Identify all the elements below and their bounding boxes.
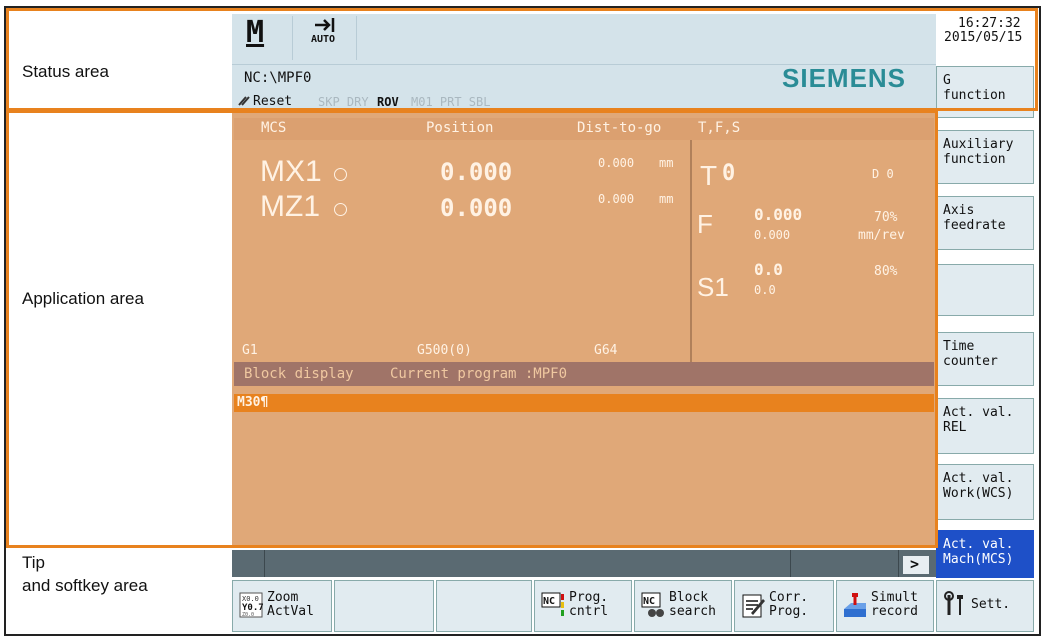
softkey-act-val-wcs[interactable]: Act. val. Work(WCS)	[936, 464, 1034, 520]
block-search-icon: NC	[641, 592, 664, 617]
softkey-auxiliary-function[interactable]: Auxiliary function	[936, 130, 1034, 184]
softkey-line2: counter	[943, 354, 998, 369]
softkey-line2: Mach(MCS)	[943, 552, 1014, 567]
zoom-actval-icon: X0.0 Y0.7 Z0.0	[239, 592, 263, 618]
status-area-highlight	[6, 8, 1038, 111]
softkey-line1: Axis	[943, 203, 975, 218]
softkey-empty[interactable]	[334, 580, 434, 632]
softkey-line1: Prog.	[569, 590, 609, 605]
program-control-icon: NC	[541, 592, 564, 616]
softkey-line1: Act. val.	[943, 405, 1014, 420]
tip-segment-divider	[790, 550, 791, 577]
tip-segment-divider	[898, 550, 899, 577]
softkey-line1: Act. val.	[943, 471, 1014, 486]
simultaneous-record-icon	[844, 593, 866, 617]
softkey-line1: Time	[943, 339, 975, 354]
softkey-line1: Corr.	[769, 590, 809, 605]
softkey-line2: feedrate	[943, 218, 1006, 233]
tip-label-line1: Tip	[22, 553, 45, 572]
softkey-line1: Simult	[871, 590, 918, 605]
softkey-line2: REL	[943, 420, 967, 435]
softkey-line2: function	[943, 152, 1006, 167]
correct-program-icon	[742, 594, 765, 618]
softkey-line2: record	[871, 604, 918, 619]
softkey-empty[interactable]	[436, 580, 532, 632]
softkey-line1: Act. val.	[943, 537, 1014, 552]
softkey-line1: Block	[669, 590, 709, 605]
softkey-simult-record[interactable]: Simult record	[836, 580, 934, 632]
tip-segment-divider	[264, 550, 265, 577]
softkey-line2: search	[669, 604, 716, 619]
application-area-highlight	[6, 110, 938, 548]
tip-label-line2: and softkey area	[22, 576, 148, 595]
softkey-line2: cntrl	[569, 604, 609, 619]
softkey-line1: Sett.	[971, 597, 1011, 612]
svg-text:NC: NC	[643, 596, 655, 607]
softkey-axis-feedrate[interactable]: Axis feedrate	[936, 196, 1034, 250]
softkey-line2: Work(WCS)	[943, 486, 1014, 501]
chevron-right-icon: >	[910, 555, 920, 573]
softkey-act-val-rel[interactable]: Act. val. REL	[936, 398, 1034, 454]
softkey-line1: Auxiliary	[943, 137, 1014, 152]
softkey-line1: Zoom	[267, 590, 299, 605]
tip-bar	[232, 550, 936, 577]
softkey-prog-cntrl[interactable]: NC Prog. cntrl	[534, 580, 632, 632]
softkey-line2: ActVal	[267, 604, 314, 619]
softkey-empty[interactable]	[936, 264, 1034, 316]
softkey-line2: Prog.	[769, 604, 809, 619]
softkey-block-search[interactable]: NC Block search	[634, 580, 732, 632]
softkey-time-counter[interactable]: Time counter	[936, 332, 1034, 386]
softkey-zoom-actval[interactable]: X0.0 Y0.7 Z0.0 Zoom ActVal	[232, 580, 332, 632]
svg-text:NC: NC	[543, 596, 555, 607]
softkey-corr-prog[interactable]: Corr. Prog.	[734, 580, 834, 632]
tools-settings-icon	[944, 591, 963, 615]
softkey-act-val-mcs[interactable]: Act. val. Mach(MCS)	[936, 530, 1034, 578]
softkey-settings[interactable]: Sett.	[936, 580, 1034, 632]
svg-text:X0.0: X0.0	[242, 595, 259, 603]
svg-text:Z0.0: Z0.0	[242, 612, 254, 618]
